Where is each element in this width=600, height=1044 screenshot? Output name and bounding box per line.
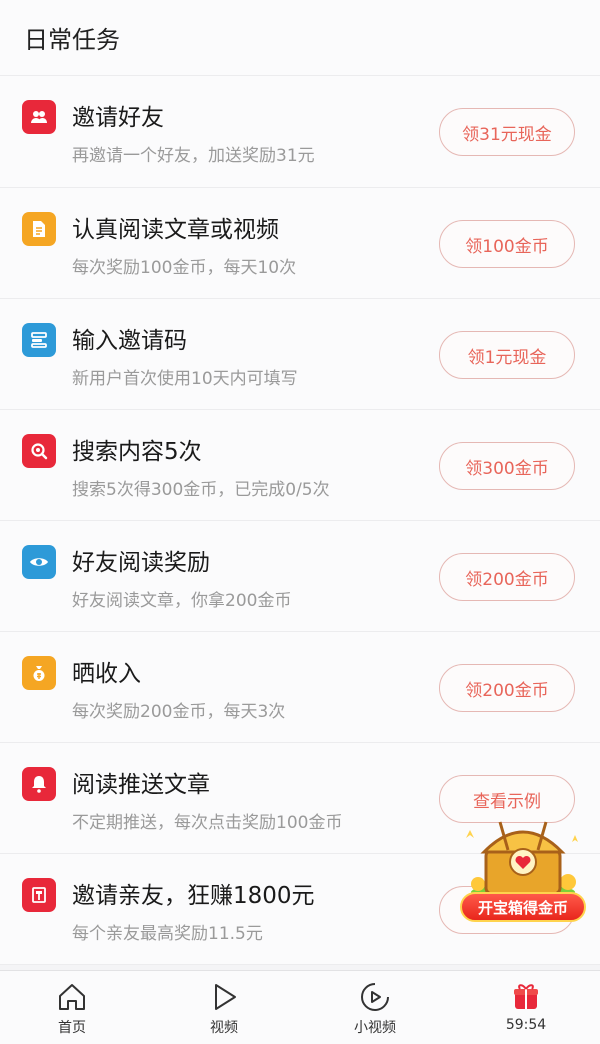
treasure-chest-widget[interactable]: 开宝箱得金币 [460, 812, 586, 924]
tab-video-label: 视频 [210, 1020, 238, 1036]
task-description: 每次奖励100金币，每天10次 [72, 258, 297, 278]
document-icon [22, 212, 56, 246]
tab-short-video[interactable]: 小视频 [315, 971, 435, 1044]
tab-short-video-label: 小视频 [354, 1020, 396, 1036]
task-title: 输入邀请码 [72, 328, 187, 354]
claim-coins-button[interactable]: 领300金币 [439, 442, 575, 490]
task-description: 好友阅读文章，你拿200金币 [72, 591, 292, 611]
home-icon [59, 984, 85, 1010]
task-description: 不定期推送，每次点击奖励100金币 [72, 813, 343, 833]
tab-tasks[interactable]: 59:54 [466, 971, 586, 1044]
claim-cash-button[interactable]: 领31元现金 [439, 108, 575, 156]
task-read-articles[interactable]: 认真阅读文章或视频 每次奖励100金币，每天10次 领100金币 [0, 188, 600, 299]
task-description: 再邀请一个好友，加送奖励31元 [72, 146, 315, 166]
treasure-label: 开宝箱得金币 [460, 892, 586, 922]
eye-icon [22, 545, 56, 579]
task-friend-reading-reward[interactable]: 好友阅读奖励 好友阅读文章，你拿200金币 领200金币 [0, 521, 600, 632]
treasure-chest-icon [466, 821, 578, 900]
tab-home[interactable]: 首页 [12, 971, 132, 1044]
claim-coins-button[interactable]: 领100金币 [439, 220, 575, 268]
friends-icon [22, 100, 56, 134]
task-title: 邀请好友 [72, 105, 164, 131]
task-description: 每个亲友最高奖励11.5元 [72, 924, 263, 944]
claim-cash-button[interactable]: 领1元现金 [439, 331, 575, 379]
task-description: 搜索5次得300金币，已完成0/5次 [72, 480, 330, 500]
task-search-content[interactable]: 搜索内容5次 搜索5次得300金币，已完成0/5次 领300金币 [0, 410, 600, 521]
task-title: 阅读推送文章 [72, 772, 210, 798]
code-icon [22, 323, 56, 357]
task-title: 邀请亲友，狂赚1800元 [72, 883, 315, 909]
claim-coins-button[interactable]: 领200金币 [439, 553, 575, 601]
task-title: 认真阅读文章或视频 [72, 217, 279, 243]
countdown-timer: 59:54 [505, 1017, 547, 1033]
tab-home-label: 首页 [58, 1020, 86, 1036]
gift-icon [22, 878, 56, 912]
task-description: 每次奖励200金币，每天3次 [72, 702, 286, 722]
task-invite-friends[interactable]: 邀请好友 再邀请一个好友，加送奖励31元 领31元现金 [0, 76, 600, 188]
money-bag-icon [22, 656, 56, 690]
bottom-tab-bar: 首页 视频 小视频 59:54 [0, 970, 600, 1044]
page-title: 日常任务 [24, 26, 120, 54]
task-enter-invite-code[interactable]: 输入邀请码 新用户首次使用10天内可填写 领1元现金 [0, 299, 600, 410]
search-icon [22, 434, 56, 468]
claim-coins-button[interactable]: 领200金币 [439, 664, 575, 712]
task-title: 搜索内容5次 [72, 439, 202, 465]
task-title: 晒收入 [72, 661, 141, 687]
task-description: 新用户首次使用10天内可填写 [72, 369, 298, 389]
gift-box-icon [514, 984, 538, 1009]
page-header: 日常任务 [0, 0, 600, 76]
play-icon [215, 984, 236, 1010]
tab-video[interactable]: 视频 [164, 971, 284, 1044]
task-title: 好友阅读奖励 [72, 550, 210, 576]
bell-icon [22, 767, 56, 801]
task-share-income[interactable]: 晒收入 每次奖励200金币，每天3次 领200金币 [0, 632, 600, 743]
short-video-icon [361, 983, 389, 1011]
